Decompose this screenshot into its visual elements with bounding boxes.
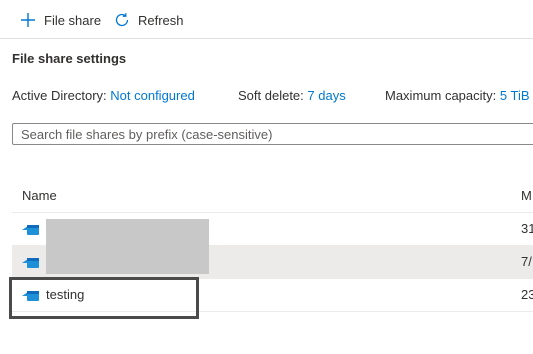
table-header: Name M — [12, 180, 533, 213]
add-file-share-button[interactable]: File share — [20, 10, 101, 30]
capacity-setting: Maximum capacity: 5 TiB — [385, 88, 530, 103]
modified-cell: 7/ — [521, 254, 532, 269]
file-share-icon — [22, 255, 40, 269]
refresh-label: Refresh — [138, 12, 184, 28]
capacity-label: Maximum capacity: — [385, 88, 497, 103]
file-share-table: Name M 31 7/ testing 23 — [12, 180, 533, 312]
soft-delete-label: Soft delete: — [238, 88, 304, 103]
section-title: File share settings — [12, 51, 127, 66]
soft-delete-link[interactable]: 7 days — [307, 88, 345, 103]
redacted-name — [46, 240, 209, 274]
file-share-name-link[interactable]: testing — [46, 287, 84, 302]
column-header-name[interactable]: Name — [22, 188, 57, 203]
soft-delete-setting: Soft delete: 7 days — [238, 88, 346, 103]
search-input[interactable] — [13, 124, 533, 144]
capacity-link[interactable]: 5 TiB — [500, 88, 530, 103]
table-row[interactable]: 7/ — [12, 240, 533, 279]
command-bar: File share Refresh — [0, 0, 533, 39]
column-header-modified[interactable]: M — [521, 188, 532, 203]
file-share-settings: Active Directory: Not configured Soft de… — [12, 88, 533, 106]
plus-icon — [20, 12, 36, 28]
modified-cell: 31 — [521, 221, 533, 236]
active-directory-setting: Active Directory: Not configured — [12, 88, 195, 103]
active-directory-label: Active Directory: — [12, 88, 107, 103]
refresh-icon — [114, 12, 130, 28]
active-directory-link[interactable]: Not configured — [110, 88, 195, 103]
table-row[interactable]: testing 23 — [12, 279, 533, 312]
file-share-icon — [22, 288, 40, 302]
file-share-icon — [22, 222, 40, 236]
add-file-share-label: File share — [44, 12, 102, 28]
refresh-button[interactable]: Refresh — [114, 10, 184, 30]
search-box — [12, 123, 533, 145]
modified-cell: 23 — [521, 287, 533, 302]
